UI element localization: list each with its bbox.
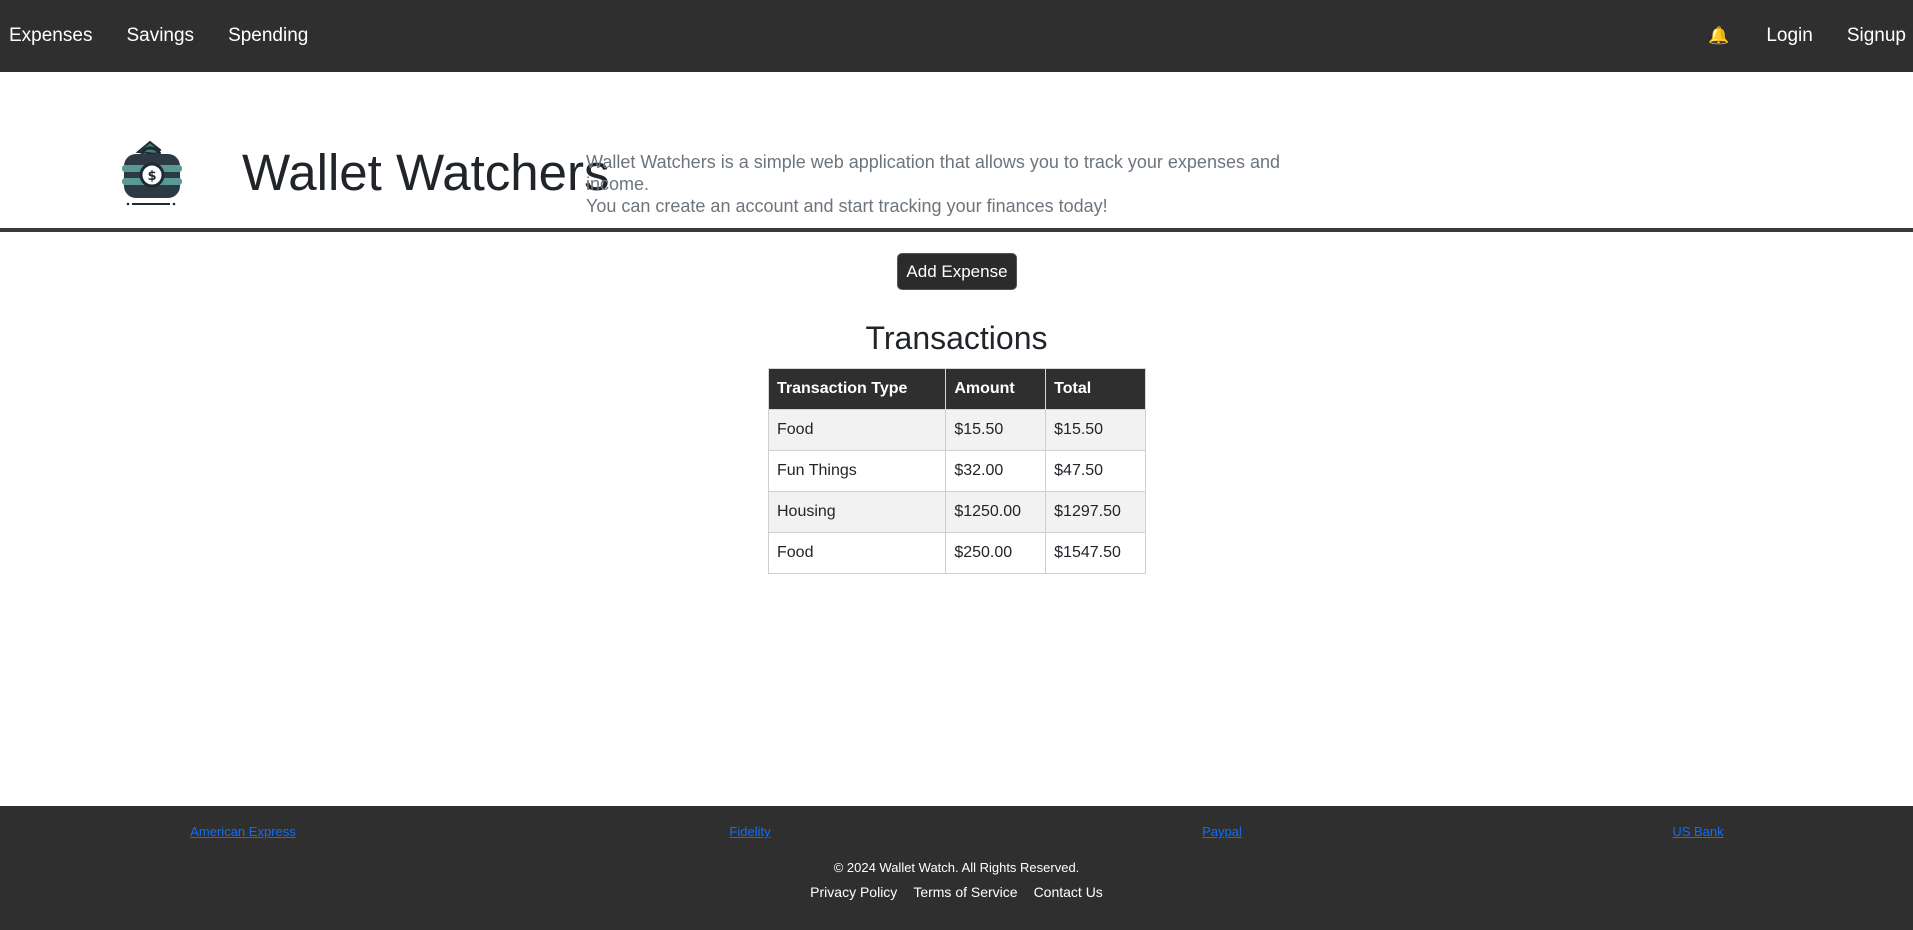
footer-link-fidelity[interactable]: Fidelity (729, 824, 770, 839)
privacy-policy-link[interactable]: Privacy Policy (810, 884, 897, 900)
table-row: Fun Things $32.00 $47.50 (767, 450, 1146, 492)
top-navbar: Expenses Savings Spending 🔔 Login Signup (0, 0, 1913, 72)
cell-type: Housing (767, 491, 947, 533)
wallet-icon: $ (122, 140, 182, 206)
cell-amount: $250.00 (945, 532, 1047, 574)
table-header-row: Transaction Type Amount Total (767, 368, 1146, 410)
table-row: Housing $1250.00 $1297.50 (767, 491, 1146, 533)
footer-legal-links: Privacy Policy Terms of Service Contact … (0, 884, 1913, 900)
footer-link-paypal[interactable]: Paypal (1202, 824, 1242, 839)
cell-type: Food (767, 532, 947, 574)
description-line-2: You can create an account and start trac… (586, 196, 1108, 216)
cell-type: Fun Things (767, 450, 947, 492)
description-line-1: Wallet Watchers is a simple web applicat… (586, 152, 1280, 194)
terms-of-service-link[interactable]: Terms of Service (913, 884, 1017, 900)
footer-link-us-bank[interactable]: US Bank (1672, 824, 1723, 839)
cell-total: $47.50 (1045, 450, 1146, 492)
transactions-heading: Transactions (865, 320, 1048, 356)
nav-link-expenses[interactable]: Expenses (0, 0, 109, 72)
login-link[interactable]: Login (1749, 0, 1830, 72)
table-row: Food $250.00 $1547.50 (767, 532, 1146, 574)
cell-amount: $15.50 (945, 409, 1047, 451)
nav-left-group: Expenses Savings Spending (0, 0, 325, 72)
footer-link-american-express[interactable]: American Express (190, 824, 295, 839)
column-header-total: Total (1045, 368, 1146, 410)
site-title: Wallet Watchers (242, 144, 610, 201)
hero-header: $ Wallet Watchers Wallet Watchers is a s… (0, 72, 1913, 232)
contact-us-link[interactable]: Contact Us (1034, 884, 1103, 900)
cell-type: Food (767, 409, 947, 451)
transactions-table: Transaction Type Amount Total Food $15.5… (767, 368, 1146, 574)
cell-amount: $1250.00 (945, 491, 1047, 533)
cell-amount: $32.00 (945, 450, 1047, 492)
cell-total: $1547.50 (1045, 532, 1146, 574)
copyright-text: © 2024 Wallet Watch. All Rights Reserved… (833, 860, 1080, 875)
nav-right-group: 🔔 Login Signup (1688, 0, 1913, 72)
page-footer: American Express Fidelity Paypal US Bank… (0, 806, 1913, 930)
nav-link-spending[interactable]: Spending (211, 0, 325, 72)
svg-text:$: $ (147, 169, 156, 184)
column-header-type: Transaction Type (767, 368, 947, 410)
bell-icon[interactable]: 🔔 (1688, 0, 1749, 72)
column-header-amount: Amount (945, 368, 1047, 410)
cell-total: $1297.50 (1045, 491, 1146, 533)
table-row: Food $15.50 $15.50 (767, 409, 1146, 451)
site-description: Wallet Watchers is a simple web applicat… (586, 151, 1346, 217)
signup-link[interactable]: Signup (1830, 0, 1913, 72)
nav-link-savings[interactable]: Savings (109, 0, 211, 72)
add-expense-button[interactable]: Add Expense (897, 253, 1017, 290)
cell-total: $15.50 (1045, 409, 1146, 451)
